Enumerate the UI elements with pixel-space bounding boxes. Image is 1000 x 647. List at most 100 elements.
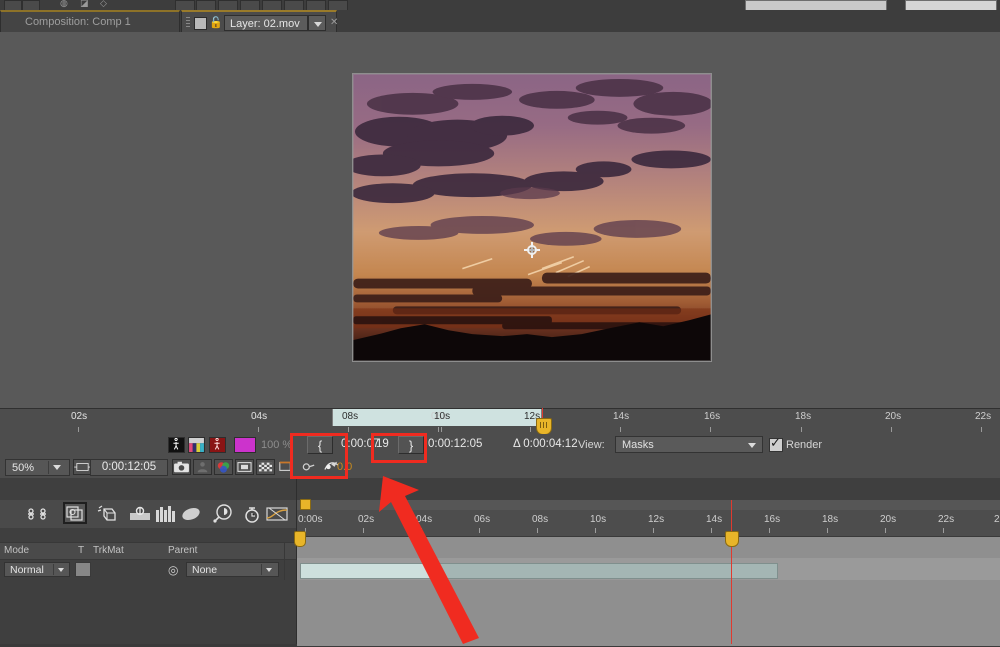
chevron-down-icon[interactable] [58, 568, 64, 572]
shy-layers-icon[interactable] [26, 505, 48, 526]
render-label: Render [786, 439, 822, 451]
3d-layer-icon[interactable] [154, 504, 176, 527]
color-bars-icon[interactable] [188, 437, 205, 453]
roto-brush-tool-icon[interactable] [306, 0, 326, 10]
eraser-tool-icon[interactable] [284, 0, 304, 10]
layer-viewer[interactable] [0, 32, 1000, 408]
timeline-tick-24s: 2 [994, 514, 1000, 525]
frame-blending-icon[interactable] [63, 502, 87, 524]
timeline-row-empty[interactable] [297, 537, 1000, 559]
timeline-in-marker[interactable] [294, 531, 306, 547]
column-divider [284, 542, 285, 580]
ruler-tick-mark [710, 427, 711, 432]
parent-dropdown[interactable]: None [186, 562, 279, 577]
ruler-tick-mark [801, 427, 802, 432]
column-header-parent: Parent [168, 545, 197, 556]
timeline-time-ruler[interactable]: 0:00s 02s 04s 06s 08s 10s 12s 14s 16s 18… [297, 510, 1000, 537]
type-tool-icon[interactable] [218, 0, 238, 10]
chevron-down-icon[interactable] [308, 15, 326, 31]
divider [53, 564, 54, 575]
work-area-start-marker[interactable] [300, 499, 311, 510]
timeline-tick-22s: 22s [938, 514, 954, 525]
tab-layer-label: Layer: 02.mov [224, 15, 308, 31]
rotate-tool-icon[interactable]: ◍ [60, 0, 68, 8]
graph-editor-icon[interactable] [265, 505, 289, 526]
timeline-tick-06s: 06s [474, 514, 490, 525]
timeline-row-empty[interactable] [297, 580, 1000, 602]
adjustment-layer-icon[interactable] [128, 505, 152, 526]
view-select[interactable]: Masks [615, 436, 763, 453]
ruler-tick-mark [78, 427, 79, 432]
ruler-tick-mark [981, 427, 982, 432]
timeline-tick-08s: 08s [532, 514, 548, 525]
last-frame-person-icon[interactable] [209, 437, 226, 453]
panel-tab-bar: Composition: Comp 1 🔓 Layer: 02.mov ✕ [0, 10, 1000, 32]
timeline-row-empty[interactable] [297, 602, 1000, 624]
timeline-tick-10s: 10s [590, 514, 606, 525]
ruler-tick-mark [441, 427, 442, 432]
render-checkbox[interactable] [769, 438, 783, 452]
ruler-tick-14s: 14s [613, 411, 629, 422]
mode-value: Normal [10, 564, 44, 576]
timeline-row-empty[interactable] [297, 624, 1000, 646]
pan-behind-tool-icon[interactable]: ◇ [100, 0, 107, 8]
take-snapshot-icon[interactable] [172, 459, 191, 475]
chevron-down-icon[interactable] [744, 437, 760, 452]
ruler-tick-20s: 20s [885, 411, 901, 422]
clone-stamp-tool-icon[interactable] [262, 0, 282, 10]
hand-tool-icon[interactable] [22, 0, 40, 10]
timeline-tick-04s: 04s [416, 514, 432, 525]
drag-grip-icon[interactable] [186, 17, 190, 29]
tab-composition[interactable]: Composition: Comp 1 [0, 10, 180, 32]
quality-icon[interactable] [242, 504, 262, 527]
timeline-cti-head[interactable] [725, 531, 739, 547]
timeline-row-layer[interactable] [297, 558, 1000, 580]
chevron-down-icon[interactable] [266, 568, 272, 572]
layer-duration-bar[interactable] [300, 563, 778, 579]
collapse-transformations-icon[interactable] [180, 505, 202, 526]
current-time-indicator-head[interactable] [536, 418, 552, 435]
close-icon[interactable]: ✕ [330, 17, 338, 28]
show-channels-icon[interactable] [214, 459, 233, 475]
pen-tool-icon[interactable] [196, 0, 216, 10]
search-help-field[interactable] [745, 0, 887, 10]
motion-blur-icon[interactable] [95, 504, 119, 527]
timeline-panel: Mode T TrkMat Parent Normal ◎ None 0:00s… [0, 478, 1000, 644]
mask-tool-icon[interactable] [175, 0, 195, 10]
mask-color-swatch[interactable] [234, 437, 256, 453]
puppet-tool-icon[interactable] [328, 0, 348, 10]
top-toolbar-strip: ◍ ◪ ◇ [0, 0, 1000, 10]
column-header-trkmat: TrkMat [93, 545, 124, 556]
timeline-tick-0s: 0:00s [298, 514, 322, 525]
in-point-highlight-box [290, 433, 348, 479]
work-area-start-handle[interactable] [332, 409, 333, 426]
ruler-tick-10s: 10s [434, 411, 450, 422]
layer-time-ruler[interactable]: 02s 04s 02s 04s 06s 08s 10s 12s 14s 16s … [0, 408, 1000, 436]
timeline-tick-14s: 14s [706, 514, 722, 525]
region-of-interest-icon[interactable] [235, 459, 254, 475]
ruler-tick-22s: 22s [975, 411, 991, 422]
first-frame-person-icon[interactable] [168, 437, 185, 453]
zoom-select[interactable]: 50% [5, 459, 70, 476]
parent-pickwhip-icon[interactable]: ◎ [168, 563, 178, 577]
transparency-grid-icon[interactable] [256, 459, 275, 475]
show-snapshot-icon[interactable] [193, 459, 212, 475]
out-point-timecode[interactable]: 0:00:12:05 [428, 438, 482, 450]
mode-dropdown[interactable]: Normal [4, 562, 70, 577]
current-timecode-field[interactable]: 0:00:12:05 [90, 459, 168, 476]
ruler-tick-mark [438, 427, 439, 432]
selection-tool-icon[interactable] [4, 0, 22, 10]
timeline-current-time-indicator[interactable] [731, 500, 732, 644]
ruler-tick-02s: 02s [71, 411, 87, 422]
track-matte-swatch[interactable] [75, 562, 91, 577]
camera-tool-icon[interactable]: ◪ [80, 0, 89, 8]
lock-icon[interactable]: 🔓 [209, 16, 223, 29]
brush-tool-icon[interactable] [240, 0, 260, 10]
workspace-selector[interactable] [905, 0, 997, 10]
timeline-layer-grid[interactable] [297, 536, 1000, 644]
chevron-down-icon[interactable] [53, 465, 61, 470]
tab-layer[interactable]: 🔓 Layer: 02.mov ✕ [181, 10, 337, 32]
sunset-photo [353, 74, 711, 361]
effects-icon[interactable] [212, 504, 234, 527]
ruler-tick-08s: 08s [342, 411, 358, 422]
